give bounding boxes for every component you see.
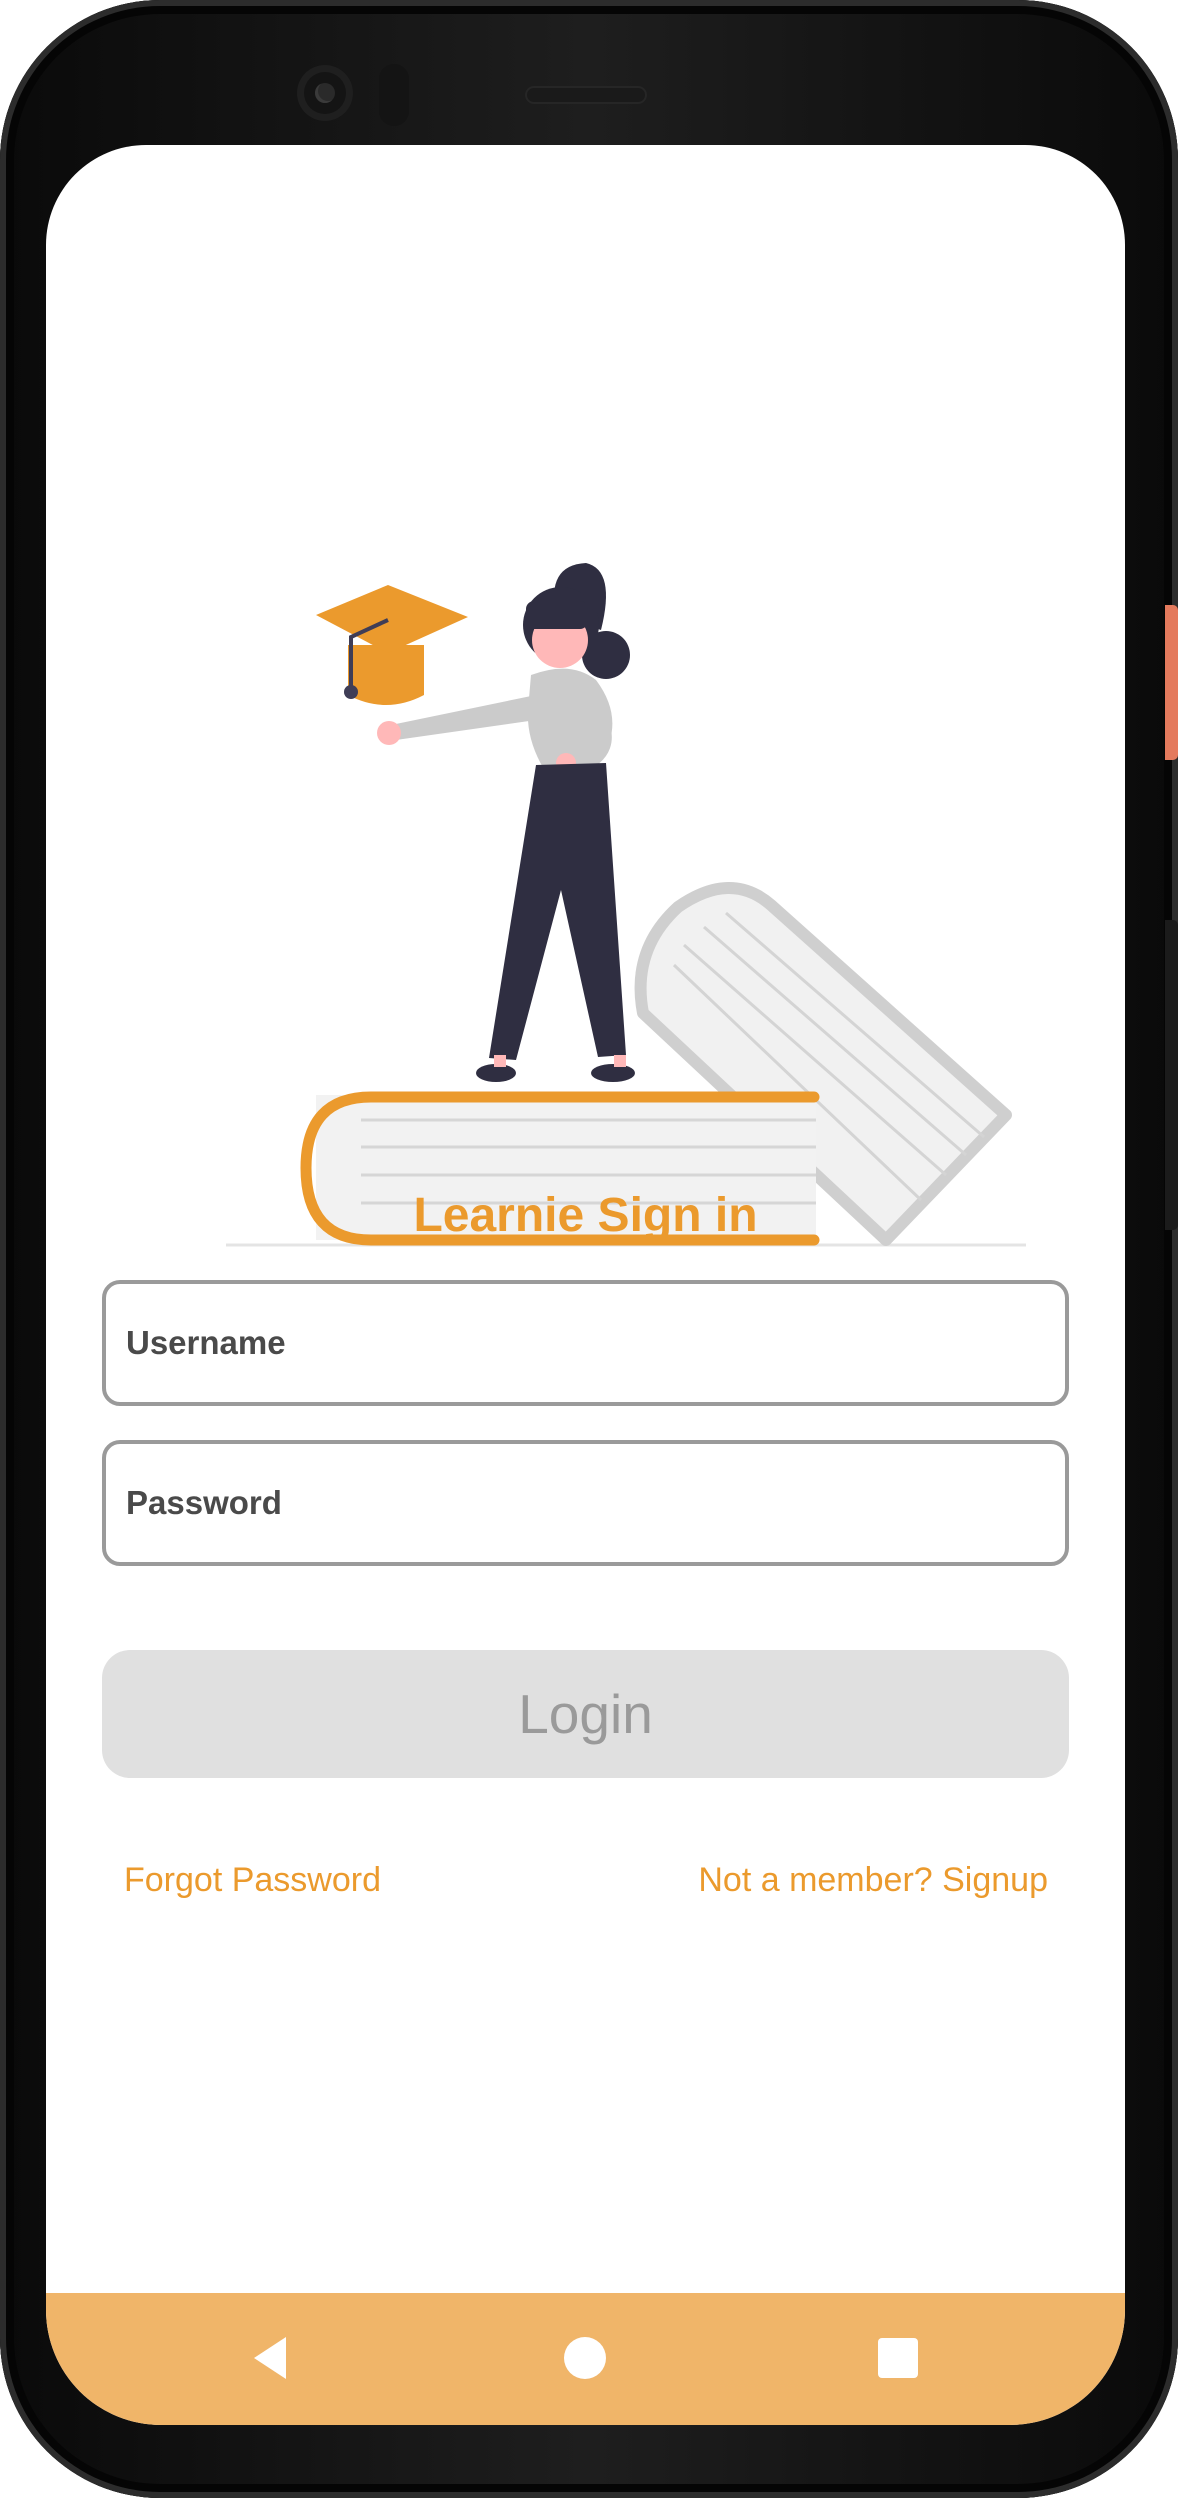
password-input[interactable] [106, 1444, 1065, 1562]
username-field[interactable] [102, 1280, 1069, 1406]
back-icon[interactable] [248, 2333, 298, 2383]
earpiece-speaker [525, 86, 647, 104]
system-navigation-bar [46, 2293, 1125, 2425]
graduation-cap-icon [316, 585, 468, 705]
signup-link[interactable]: Not a member? Signup [698, 1855, 1048, 1905]
username-input[interactable] [106, 1284, 1065, 1402]
login-button[interactable]: Login [102, 1650, 1069, 1778]
power-button [1165, 605, 1178, 760]
password-field[interactable] [102, 1440, 1069, 1566]
student-figure [377, 563, 635, 1082]
student-on-books-illustration [226, 563, 1026, 1247]
app-screen: Learnie Sign in Login Forgot Password No… [46, 145, 1125, 2425]
volume-button [1165, 920, 1178, 1230]
phone-frame: Learnie Sign in Login Forgot Password No… [0, 0, 1178, 2498]
forgot-password-link[interactable]: Forgot Password [124, 1855, 381, 1905]
home-icon[interactable] [560, 2333, 610, 2383]
front-camera-icon [297, 65, 353, 121]
page-title: Learnie Sign in [413, 1189, 758, 1242]
sensor-icon [379, 64, 409, 126]
recent-apps-icon[interactable] [873, 2333, 923, 2383]
